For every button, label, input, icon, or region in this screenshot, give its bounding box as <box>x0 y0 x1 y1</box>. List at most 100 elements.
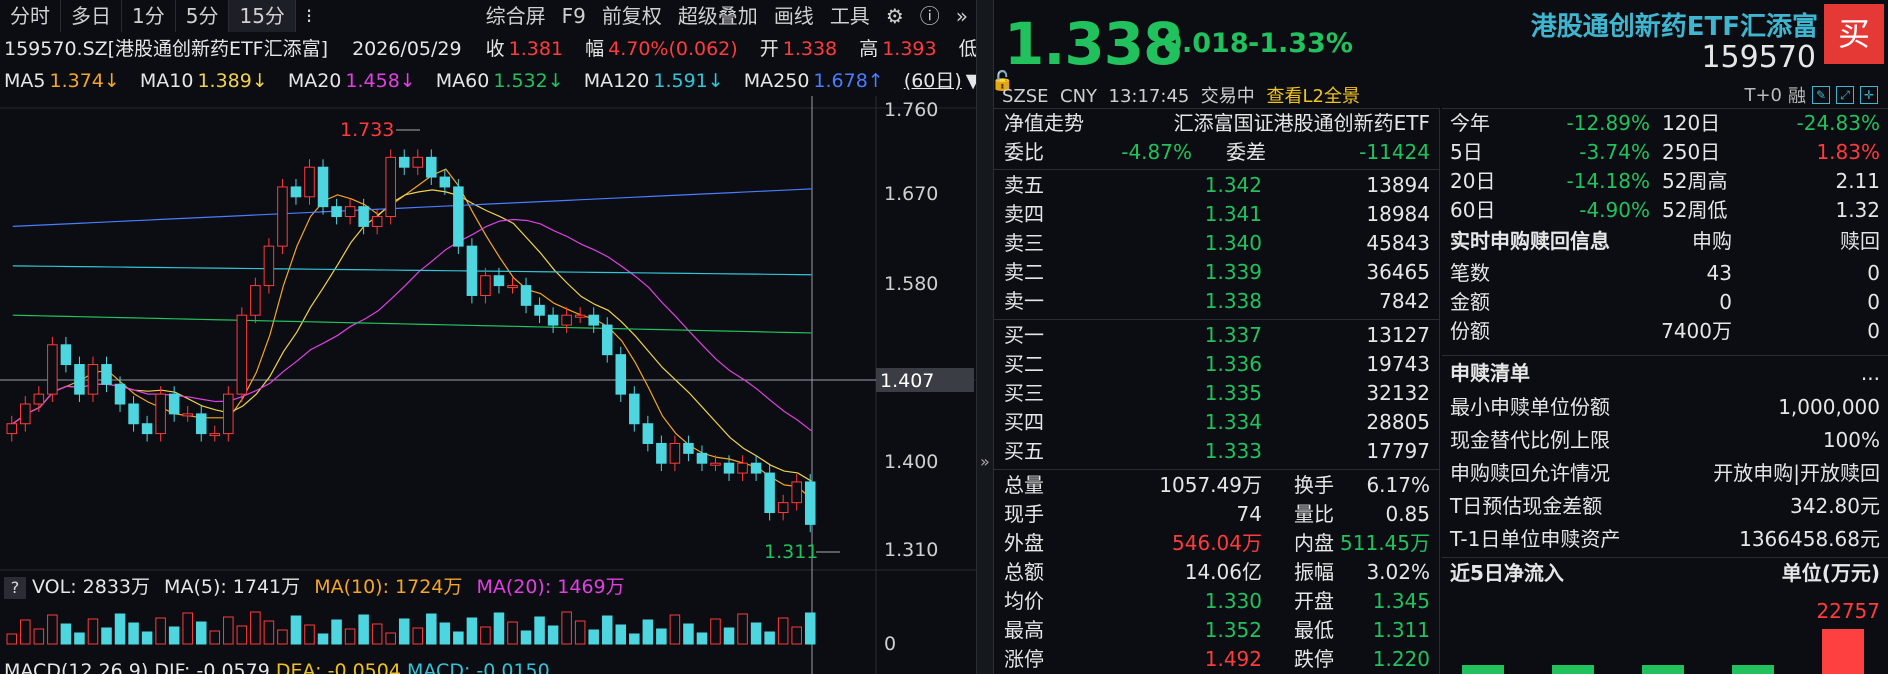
volume-bar <box>547 625 559 645</box>
list-value: 1,000,000 <box>1778 395 1880 419</box>
perf-row: 今年 -12.89% 120日 -24.83% <box>1450 109 1880 138</box>
stat-row: 总量 1057.49万 换手 6.17% <box>1004 471 1430 500</box>
perf-row: 5日 -3.74% 250日 1.83% <box>1450 138 1880 167</box>
ask-row[interactable]: 卖四 1.341 18984 <box>1004 200 1430 229</box>
period-selector[interactable]: (60日) <box>904 70 962 92</box>
candle-body <box>331 206 342 218</box>
help-icon[interactable]: ⓘ <box>912 0 948 32</box>
crosshair-price-label: 1.407 <box>880 370 934 392</box>
more-button[interactable]: ... <box>1861 359 1880 388</box>
ask-row[interactable]: 卖五 1.342 13894 <box>1004 171 1430 200</box>
ask-label: 卖五 <box>1004 173 1044 197</box>
stat-value: 3.02% <box>1366 560 1430 584</box>
nav-label: 净值走势 <box>1004 111 1084 135</box>
weibi-label: 委比 <box>1004 140 1044 164</box>
realtime-row: 金额 0 0 <box>1450 288 1880 317</box>
perf-value: -14.18% <box>1566 169 1650 193</box>
pen-icon[interactable]: ✎ <box>1812 86 1830 104</box>
bid-row[interactable]: 买三 1.335 32132 <box>1004 379 1430 408</box>
help-icon[interactable]: ? <box>4 577 26 599</box>
overlay-button[interactable]: 超级叠加 <box>670 0 766 32</box>
volume-bar <box>168 626 180 645</box>
tab-1min[interactable]: 1分 <box>122 0 176 32</box>
ask-row[interactable]: 卖二 1.339 36465 <box>1004 258 1430 287</box>
candle-body <box>236 314 248 395</box>
dea-value: DEA: -0.0504 <box>275 660 401 674</box>
ma10-line <box>12 189 812 482</box>
perf-label: 52周高 <box>1662 169 1728 193</box>
stat-row: 均价 1.330 开盘 1.345 <box>1004 587 1430 616</box>
vol-value: VOL: 2833万 <box>32 576 150 598</box>
bid-row[interactable]: 买一 1.337 13127 <box>1004 321 1430 350</box>
kline-panel: 分时 多日 1分 5分 15分 ⁝ 综合屏 F9 前复权 超级叠加 画线 工具 … <box>0 0 1014 674</box>
nav-row[interactable]: 净值走势 汇添富国证港股通创新药ETF <box>1004 109 1430 138</box>
trade-flags: T+0 融 ✎ ⤢ ✛ <box>1744 82 1878 108</box>
ma60-label: MA60 <box>435 70 490 92</box>
candle-body <box>155 393 166 435</box>
divider <box>1442 355 1888 356</box>
volume-bar <box>195 621 207 645</box>
draw-line-button[interactable]: 画线 <box>766 0 822 32</box>
realtime-label: 金额 <box>1450 290 1490 314</box>
ma120-label: MA120 <box>583 70 650 92</box>
stat-label: 量比 <box>1294 502 1334 526</box>
candle-body <box>588 314 599 326</box>
buy-button[interactable]: 买 <box>1824 4 1884 64</box>
price-change: -0.018 <box>1152 28 1249 59</box>
candle-body <box>480 275 491 296</box>
tools-button[interactable]: 工具 <box>822 0 878 32</box>
inflow-bar <box>1552 665 1594 674</box>
bid-volume: 28805 <box>1366 410 1430 434</box>
ask-row[interactable]: 卖三 1.340 45843 <box>1004 229 1430 258</box>
realtime-title: 实时申购赎回信息 <box>1450 229 1610 253</box>
bid-row[interactable]: 买五 1.333 17797 <box>1004 437 1430 466</box>
volume-bar <box>683 623 694 645</box>
ask-volume: 18984 <box>1366 202 1430 226</box>
candle-body <box>615 354 627 395</box>
ask-price: 1.338 <box>1204 289 1262 313</box>
stat-label: 总量 <box>1004 473 1044 497</box>
ask-row[interactable]: 卖一 1.338 7842 <box>1004 287 1430 316</box>
t0-badge: T+0 <box>1744 84 1782 106</box>
perf-label: 今年 <box>1450 111 1490 135</box>
candle-body <box>398 156 410 168</box>
stat-label: 现手 <box>1004 502 1044 526</box>
bid-price: 1.337 <box>1204 323 1262 347</box>
tab-multiday[interactable]: 多日 <box>61 0 122 32</box>
grid-icon[interactable]: ✛ <box>1860 86 1878 104</box>
forward-adjust-button[interactable]: 前复权 <box>594 0 670 32</box>
menu-icon[interactable]: ⁝ <box>296 0 322 32</box>
weibi-row: 委比 -4.87% 委差 -11424 <box>1004 138 1430 167</box>
candle-body <box>195 413 207 435</box>
col-redeem: 赎回 <box>1840 229 1880 253</box>
f9-button[interactable]: F9 <box>554 0 594 32</box>
tab-15min[interactable]: 15分 <box>229 0 296 32</box>
perf-value: 1.32 <box>1835 198 1880 222</box>
volume-bar <box>209 630 221 645</box>
volume-bar <box>263 620 275 645</box>
stat-value: 1.220 <box>1372 647 1430 671</box>
chevron-right-icon[interactable]: » <box>980 452 990 471</box>
perf-value: 2.11 <box>1835 169 1880 193</box>
bid-row[interactable]: 买四 1.334 28805 <box>1004 408 1430 437</box>
ma-legend: MA5 1.374↓ MA10 1.389↓ MA20 1.458↓ MA60 1.53… <box>4 66 1014 94</box>
gear-icon[interactable]: ⚙ <box>878 0 912 32</box>
volume-bar <box>412 627 424 645</box>
stat-value: 0.85 <box>1385 502 1430 526</box>
composite-screen-button[interactable]: 综合屏 <box>478 0 554 32</box>
volume-bar <box>114 613 126 645</box>
tab-5min[interactable]: 5分 <box>176 0 230 32</box>
candle-body <box>574 314 586 318</box>
double-chevron-icon[interactable]: » <box>948 0 976 32</box>
realtime-sub: 7400万 <box>1661 319 1732 343</box>
fund-code: 159570 <box>1701 40 1816 75</box>
expand-icon[interactable]: ⤢ <box>1836 86 1854 104</box>
perf-label: 60日 <box>1450 198 1496 222</box>
bid-row[interactable]: 买二 1.336 19743 <box>1004 350 1430 379</box>
perf-value: 1.83% <box>1816 140 1880 164</box>
realtime-label: 笔数 <box>1450 261 1490 285</box>
stat-label: 跌停 <box>1294 647 1334 671</box>
panel-splitter[interactable]: » <box>976 0 994 674</box>
tab-intraday[interactable]: 分时 <box>0 0 61 32</box>
l2-panorama-link[interactable]: 查看L2全景 <box>1267 86 1360 107</box>
